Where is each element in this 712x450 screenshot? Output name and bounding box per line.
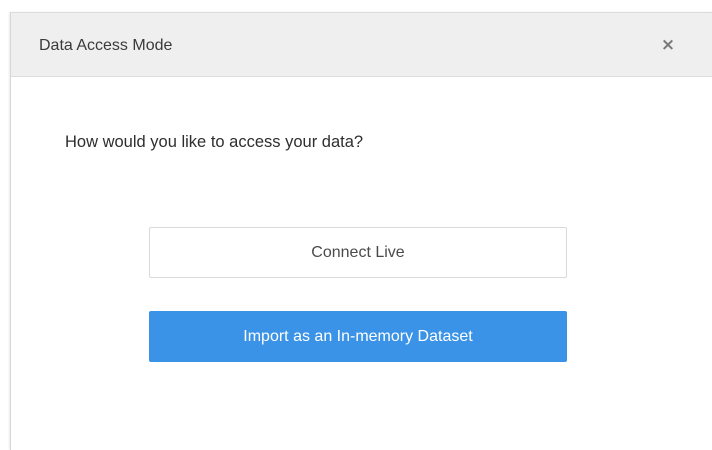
close-icon: × bbox=[660, 35, 676, 55]
access-question: How would you like to access your data? bbox=[65, 133, 364, 151]
dialog-title: Data Access Mode bbox=[39, 37, 173, 54]
close-button[interactable]: × bbox=[658, 33, 678, 57]
data-access-mode-dialog: Data Access Mode × How would you like to… bbox=[10, 12, 712, 450]
connect-live-button[interactable]: Connect Live bbox=[149, 227, 567, 278]
import-in-memory-dataset-button[interactable]: Import as an In-memory Dataset bbox=[149, 311, 567, 362]
dialog-header: Data Access Mode × bbox=[11, 13, 712, 77]
top-strip bbox=[0, 0, 712, 12]
page: Data Access Mode × How would you like to… bbox=[0, 0, 712, 450]
